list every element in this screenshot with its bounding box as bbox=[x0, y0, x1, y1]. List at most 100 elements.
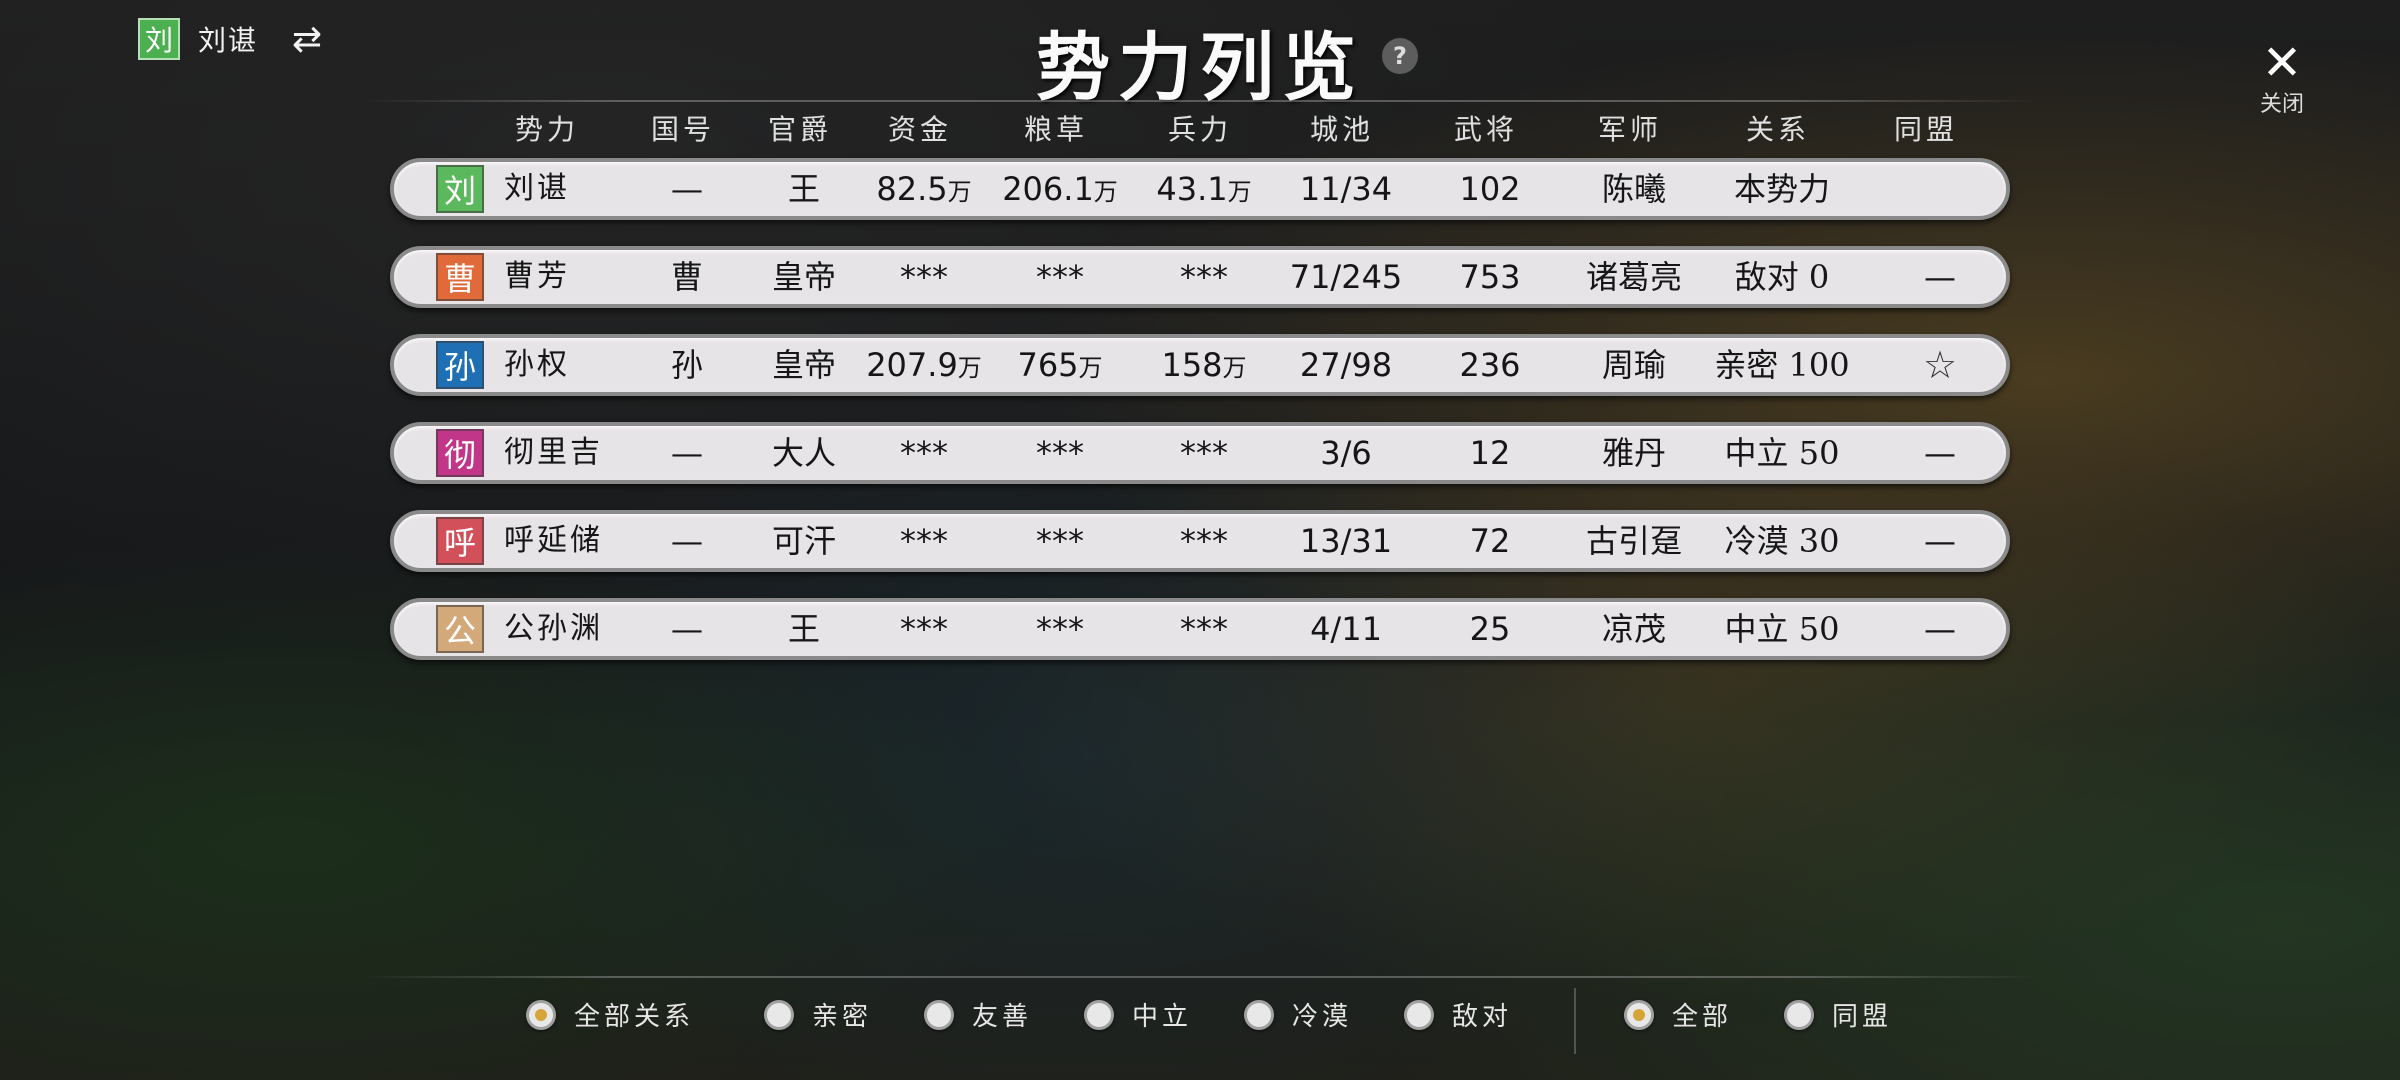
faction-row[interactable]: 曹曹芳曹皇帝 *** *** *** 71/245 753 诸葛亮 敌对 0— bbox=[390, 246, 2010, 308]
cell-generals-value: 102 bbox=[1459, 170, 1521, 208]
star-icon[interactable]: ☆ bbox=[1860, 338, 2020, 392]
cell-cities: 71/245 bbox=[1266, 250, 1426, 304]
cell-strategist-value: 诸葛亮 bbox=[1585, 258, 1682, 296]
faction-row[interactable]: 刘刘谌 — 王 82.5万 206.1万 43.1万 11/34 102 陈曦 本势力 bbox=[390, 158, 2010, 220]
cell-relation-value: 冷漠 30 bbox=[1724, 522, 1840, 560]
faction-badge: 公 bbox=[436, 605, 484, 653]
cell-funds-value: *** bbox=[900, 610, 948, 648]
col-header-strategist: 军师 bbox=[1597, 113, 1662, 146]
radio-cold[interactable] bbox=[1244, 999, 1274, 1030]
cell-food-value: *** bbox=[1036, 258, 1084, 296]
cell-generals: 12 bbox=[1410, 426, 1570, 480]
filter-all-alliance[interactable]: 全部 bbox=[1624, 996, 1732, 1033]
cell-cities: 3/6 bbox=[1266, 426, 1426, 480]
radio-intimate[interactable] bbox=[764, 999, 794, 1030]
cell-troops-value: *** bbox=[1180, 434, 1228, 472]
cell-food: 765万 bbox=[980, 338, 1140, 392]
cell-relation: 中立 50 bbox=[1702, 426, 1862, 480]
filter-label: 中立 bbox=[1132, 1002, 1193, 1032]
cell-alliance: — bbox=[1860, 426, 2020, 480]
cell-cities: 4/11 bbox=[1266, 602, 1426, 656]
col-header-alliance: 同盟 bbox=[1893, 113, 1958, 146]
col-header-funds: 资金 bbox=[887, 113, 952, 146]
cell-strategist-value: 凉茂 bbox=[1601, 610, 1666, 648]
faction-badge: 彻 bbox=[436, 429, 484, 477]
cell-alliance-value: ☆ bbox=[1922, 343, 1958, 387]
cell-strategist: 周瑜 bbox=[1554, 338, 1714, 392]
filter-hostile[interactable]: 敌对 bbox=[1404, 996, 1512, 1033]
cell-guohao-value: 曹 bbox=[670, 258, 703, 296]
radio-allied[interactable] bbox=[1784, 999, 1814, 1030]
header-divider bbox=[360, 100, 2040, 102]
cell-troops: 158万 bbox=[1124, 338, 1284, 392]
cell-generals: 72 bbox=[1410, 514, 1570, 568]
filter-all-relations[interactable]: 全部关系 bbox=[526, 996, 694, 1033]
filter-friendly[interactable]: 友善 bbox=[924, 996, 1032, 1033]
cell-troops-value: *** bbox=[1180, 610, 1228, 648]
cell-rank-value: 大人 bbox=[771, 434, 836, 472]
cell-troops: *** bbox=[1124, 426, 1284, 480]
filter-intimate[interactable]: 亲密 bbox=[764, 996, 872, 1033]
cell-strategist-value: 周瑜 bbox=[1601, 346, 1666, 384]
cell-strategist: 古引趸 bbox=[1554, 514, 1714, 568]
cell-strategist: 凉茂 bbox=[1554, 602, 1714, 656]
unit-label: 万 bbox=[1222, 354, 1247, 382]
cell-relation: 冷漠 30 bbox=[1702, 514, 1862, 568]
filter-label: 全部关系 bbox=[574, 1002, 695, 1032]
filter-separator bbox=[1574, 988, 1576, 1054]
cell-rank-value: 王 bbox=[787, 610, 820, 648]
cell-troops-value: 43.1 bbox=[1156, 170, 1228, 208]
cell-relation-value: 本势力 bbox=[1733, 170, 1830, 208]
faction-row[interactable]: 呼呼延储 — 可汗 *** *** *** 13/31 72 古引趸 冷漠 30— bbox=[390, 510, 2010, 572]
faction-row[interactable]: 孙孙权孙皇帝 207.9万 765万 158万 27/98 236 周瑜 亲密 100 ☆ bbox=[390, 334, 2010, 396]
faction-row[interactable]: 公公孙渊 — 王 *** *** *** 4/11 25 凉茂 中立 50— bbox=[390, 598, 2010, 660]
cell-troops-value: 158 bbox=[1161, 346, 1223, 384]
unit-label: 万 bbox=[957, 354, 982, 382]
cell-relation: 中立 50 bbox=[1702, 602, 1862, 656]
cell-cities-value: 11/34 bbox=[1299, 170, 1393, 208]
col-header-relation: 关系 bbox=[1745, 113, 1810, 146]
radio-friendly[interactable] bbox=[924, 999, 954, 1030]
radio-hostile[interactable] bbox=[1404, 999, 1434, 1030]
filter-allied[interactable]: 同盟 bbox=[1784, 996, 1892, 1033]
cell-troops-value: *** bbox=[1180, 522, 1228, 560]
close-button[interactable]: ✕ 关闭 bbox=[2250, 39, 2314, 118]
cell-funds-value: 82.5 bbox=[876, 170, 948, 208]
cell-strategist-value: 古引趸 bbox=[1585, 522, 1682, 560]
radio-all-alliance[interactable] bbox=[1624, 999, 1654, 1030]
cell-guohao-value: 孙 bbox=[670, 346, 703, 384]
cell-generals-value: 236 bbox=[1459, 346, 1521, 384]
cell-troops: *** bbox=[1124, 602, 1284, 656]
filter-neutral[interactable]: 中立 bbox=[1084, 996, 1192, 1033]
unit-label: 万 bbox=[1093, 178, 1118, 206]
cell-cities-value: 3/6 bbox=[1320, 434, 1372, 472]
cell-cities-value: 71/245 bbox=[1289, 258, 1403, 296]
cell-alliance-value: — bbox=[1924, 610, 1956, 648]
cell-relation-value: 中立 50 bbox=[1724, 434, 1840, 472]
cell-strategist: 陈曦 bbox=[1554, 162, 1714, 216]
help-icon[interactable]: ? bbox=[1382, 38, 1418, 74]
cell-troops-value: *** bbox=[1180, 258, 1228, 296]
cell-troops: *** bbox=[1124, 250, 1284, 304]
cell-cities-value: 27/98 bbox=[1299, 346, 1393, 384]
filter-label: 友善 bbox=[972, 1002, 1033, 1032]
col-header-cities: 城池 bbox=[1309, 113, 1374, 146]
col-header-generals: 武将 bbox=[1453, 113, 1518, 146]
cell-strategist-value: 陈曦 bbox=[1601, 170, 1666, 208]
cell-alliance-value: — bbox=[1924, 258, 1956, 296]
cell-strategist: 诸葛亮 bbox=[1554, 250, 1714, 304]
cell-food-value: *** bbox=[1036, 434, 1084, 472]
cell-relation-value: 亲密 100 bbox=[1714, 346, 1850, 384]
radio-all-relations[interactable] bbox=[526, 999, 556, 1030]
faction-badge: 呼 bbox=[436, 517, 484, 565]
cell-cities: 11/34 bbox=[1266, 162, 1426, 216]
faction-row[interactable]: 彻彻里吉 — 大人 *** *** *** 3/6 12 雅丹 中立 50— bbox=[390, 422, 2010, 484]
filter-label: 全部 bbox=[1672, 1002, 1733, 1032]
col-header-food: 粮草 bbox=[1023, 113, 1088, 146]
filter-label: 亲密 bbox=[812, 1002, 873, 1032]
radio-neutral[interactable] bbox=[1084, 999, 1114, 1030]
filter-cold[interactable]: 冷漠 bbox=[1244, 996, 1352, 1033]
cell-relation-value: 敌对 0 bbox=[1734, 258, 1830, 296]
filter-label: 冷漠 bbox=[1292, 1002, 1353, 1032]
cell-generals: 25 bbox=[1410, 602, 1570, 656]
